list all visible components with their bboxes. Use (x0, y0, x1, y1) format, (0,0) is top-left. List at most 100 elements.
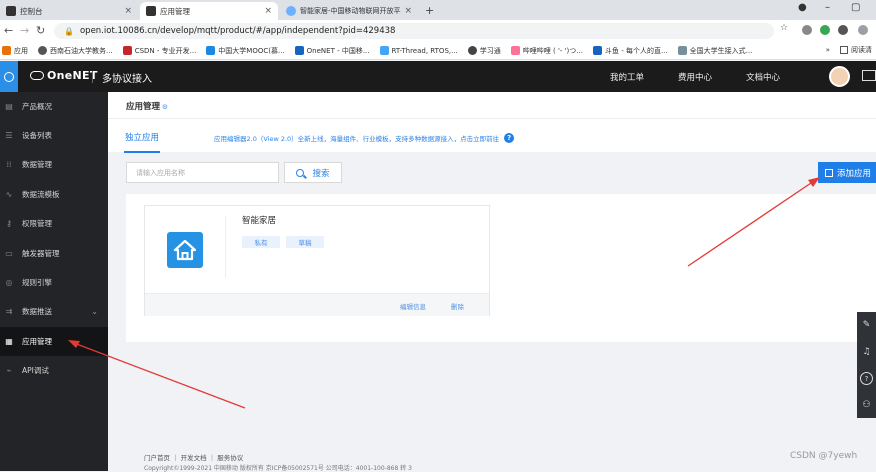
reading-list-icon (840, 46, 848, 54)
minimize-icon[interactable]: – (825, 2, 830, 13)
header-subtitle: 多协议接入 (102, 74, 152, 85)
browser-tab-smart-home[interactable]: 智能家居-中国移动物联网开放平 × (280, 2, 418, 20)
edit-icon[interactable]: ✎ (860, 318, 873, 331)
back-icon[interactable]: ← (4, 24, 13, 37)
sidebar-item-data-push[interactable]: ⇉ 数据推送 ⌄ (0, 297, 108, 326)
sidebar-item-api-debug[interactable]: ⌁ API调试 (0, 356, 108, 385)
tab-independent-apps[interactable]: 独立应用 (125, 131, 159, 143)
close-icon[interactable]: × (264, 6, 272, 16)
browser-tab-app-management[interactable]: 应用管理 × (140, 2, 278, 20)
sidebar-item-app-management[interactable]: ▦ 应用管理 (0, 327, 108, 356)
headset-icon[interactable]: ♫ (860, 345, 873, 358)
cloud-favicon-icon (286, 6, 296, 16)
globe-icon (467, 46, 477, 55)
floating-toolbar: ✎ ♫ ? ⚇ (857, 312, 876, 418)
sidebar-item-device-list[interactable]: ☰ 设备列表 (0, 121, 108, 150)
star-icon[interactable]: ☆ (780, 23, 790, 33)
bilibili-icon (510, 46, 520, 55)
bookmark-item[interactable]: OneNET - 中国移... (294, 46, 370, 56)
address-bar: ← → ↻ 🔒 open.iot.10086.cn/develop/mqtt/p… (0, 20, 876, 42)
puzzle-icon[interactable] (838, 25, 848, 35)
maximize-icon[interactable]: ▢ (851, 2, 860, 13)
bookmark-item[interactable]: 斗鱼 - 每个人的直... (592, 46, 668, 56)
url-text: open.iot.10086.cn/develop/mqtt/product/#… (79, 26, 396, 36)
push-icon: ⇉ (5, 307, 13, 316)
apps-icon: ▦ (5, 337, 13, 346)
bookmark-item[interactable]: 全国大学生接入式... (677, 46, 752, 56)
header-link-billing[interactable]: 费用中心 (678, 71, 712, 83)
onenet-favicon-icon (6, 6, 16, 16)
onenet-favicon-icon (146, 6, 156, 16)
add-app-button[interactable]: 添加应用 (818, 162, 876, 183)
browser-tab-console[interactable]: 控制台 × (0, 2, 138, 20)
delete-link[interactable]: 删除 (451, 301, 464, 311)
bookmark-item[interactable]: 哔哩哔哩 ( '- ')つ... (510, 46, 583, 56)
extension-icon[interactable] (802, 25, 812, 35)
new-tab-button[interactable]: + (425, 4, 434, 17)
csdn-icon (122, 46, 132, 55)
reload-icon[interactable]: ↻ (36, 24, 45, 37)
question-icon[interactable]: ? (860, 372, 873, 385)
browser-tab-bar: 控制台 × 应用管理 × 智能家居-中国移动物联网开放平 × + ● – ▢ (0, 0, 876, 20)
key-icon: ⚷ (6, 219, 12, 228)
sidebar-item-stream-template[interactable]: ∿ 数据流模板 (0, 180, 108, 209)
douyu-icon (592, 46, 602, 55)
sidebar-item-permissions[interactable]: ⚷ 权限管理 (0, 209, 108, 238)
tab-title: 智能家居-中国移动物联网开放平 (300, 7, 401, 15)
header-divider (92, 71, 93, 83)
menu-toggle[interactable] (0, 61, 18, 92)
app-card[interactable]: 智能家居 私有 草稿 编辑信息 删除 (144, 205, 490, 316)
globe-icon (38, 46, 47, 55)
search-button[interactable]: 搜索 (284, 162, 342, 183)
api-icon: ⌁ (6, 366, 12, 375)
question-icon[interactable]: ? (504, 133, 515, 143)
bookmarks-bar: 应用 西南石油大学教务... CSDN - 专业开发... 中国大学MOOC(慕… (0, 42, 876, 60)
trigger-icon: ▭ (5, 249, 13, 258)
contest-icon (677, 46, 687, 55)
home-icon (167, 232, 203, 268)
bookmark-item[interactable]: 中国大学MOOC(慕... (206, 46, 285, 56)
bookmark-item[interactable]: 西南石油大学教务... (38, 46, 113, 56)
editor-notice-link[interactable]: 应用编辑器2.0（View 2.0）全新上线，海量组件、行业模板，支持多种数据源… (214, 133, 515, 143)
sidebar-item-data-management[interactable]: ⁞⁞ 数据管理 (0, 150, 108, 179)
forward-icon[interactable]: → (20, 24, 29, 37)
users-icon[interactable]: ⚇ (860, 398, 873, 411)
profile-icon[interactable] (858, 25, 868, 35)
page-title: 应用管理 ⊙ (126, 102, 168, 112)
extension-icon[interactable] (820, 25, 830, 35)
sidebar-item-triggers[interactable]: ▭ 触发器管理 (0, 239, 108, 268)
footer-links[interactable]: 门户首页 ｜ 开发文档 ｜ 服务协议 (144, 452, 243, 462)
sidebar-item-rule-engine[interactable]: ◎ 规则引擎 (0, 268, 108, 297)
close-icon[interactable]: × (404, 6, 412, 16)
header-link-docs[interactable]: 文档中心 (746, 71, 780, 83)
brand-logo[interactable]: OneNET (30, 69, 98, 82)
product-icon: ▤ (5, 102, 13, 111)
mail-icon[interactable] (862, 70, 876, 81)
status-badge: 私有 (242, 236, 280, 248)
tabs-row: 独立应用 应用编辑器2.0（View 2.0）全新上线，海量组件、行业模板，支持… (108, 118, 876, 153)
rtthread-icon (379, 46, 389, 55)
tab-title: 控制台 (20, 6, 43, 16)
edit-info-link[interactable]: 编辑信息 (400, 301, 426, 311)
onenet-logo-icon (30, 71, 44, 80)
page-header: 应用管理 ⊙ (108, 92, 876, 118)
mooc-icon (206, 46, 216, 55)
grid-icon: ⁞⁞ (6, 160, 12, 169)
rule-icon: ◎ (5, 278, 13, 287)
bookmark-item[interactable]: CSDN - 专业开发... (122, 46, 196, 56)
bookmark-item[interactable]: 应用 (2, 46, 28, 56)
bookmark-item[interactable]: RT-Thread, RTOS,... (379, 46, 458, 55)
status-badge: 草稿 (286, 236, 324, 248)
header-link-tickets[interactable]: 我的工单 (610, 71, 644, 83)
bookmark-item[interactable]: 学习通 (467, 46, 501, 56)
url-field[interactable]: 🔒 open.iot.10086.cn/develop/mqtt/product… (54, 23, 774, 39)
app-name-search-input[interactable]: 请输入应用名称 (126, 162, 279, 183)
cube-icon (825, 168, 833, 177)
sidebar-item-product-overview[interactable]: ▤ 产品概况 (0, 92, 108, 121)
bookmarks-overflow[interactable]: » 阅读清 (826, 45, 872, 55)
close-icon[interactable]: × (124, 6, 132, 16)
app-name[interactable]: 智能家居 (242, 214, 276, 226)
avatar[interactable] (829, 66, 850, 87)
help-icon[interactable]: ⊙ (162, 103, 168, 111)
record-icon[interactable]: ● (798, 2, 807, 13)
